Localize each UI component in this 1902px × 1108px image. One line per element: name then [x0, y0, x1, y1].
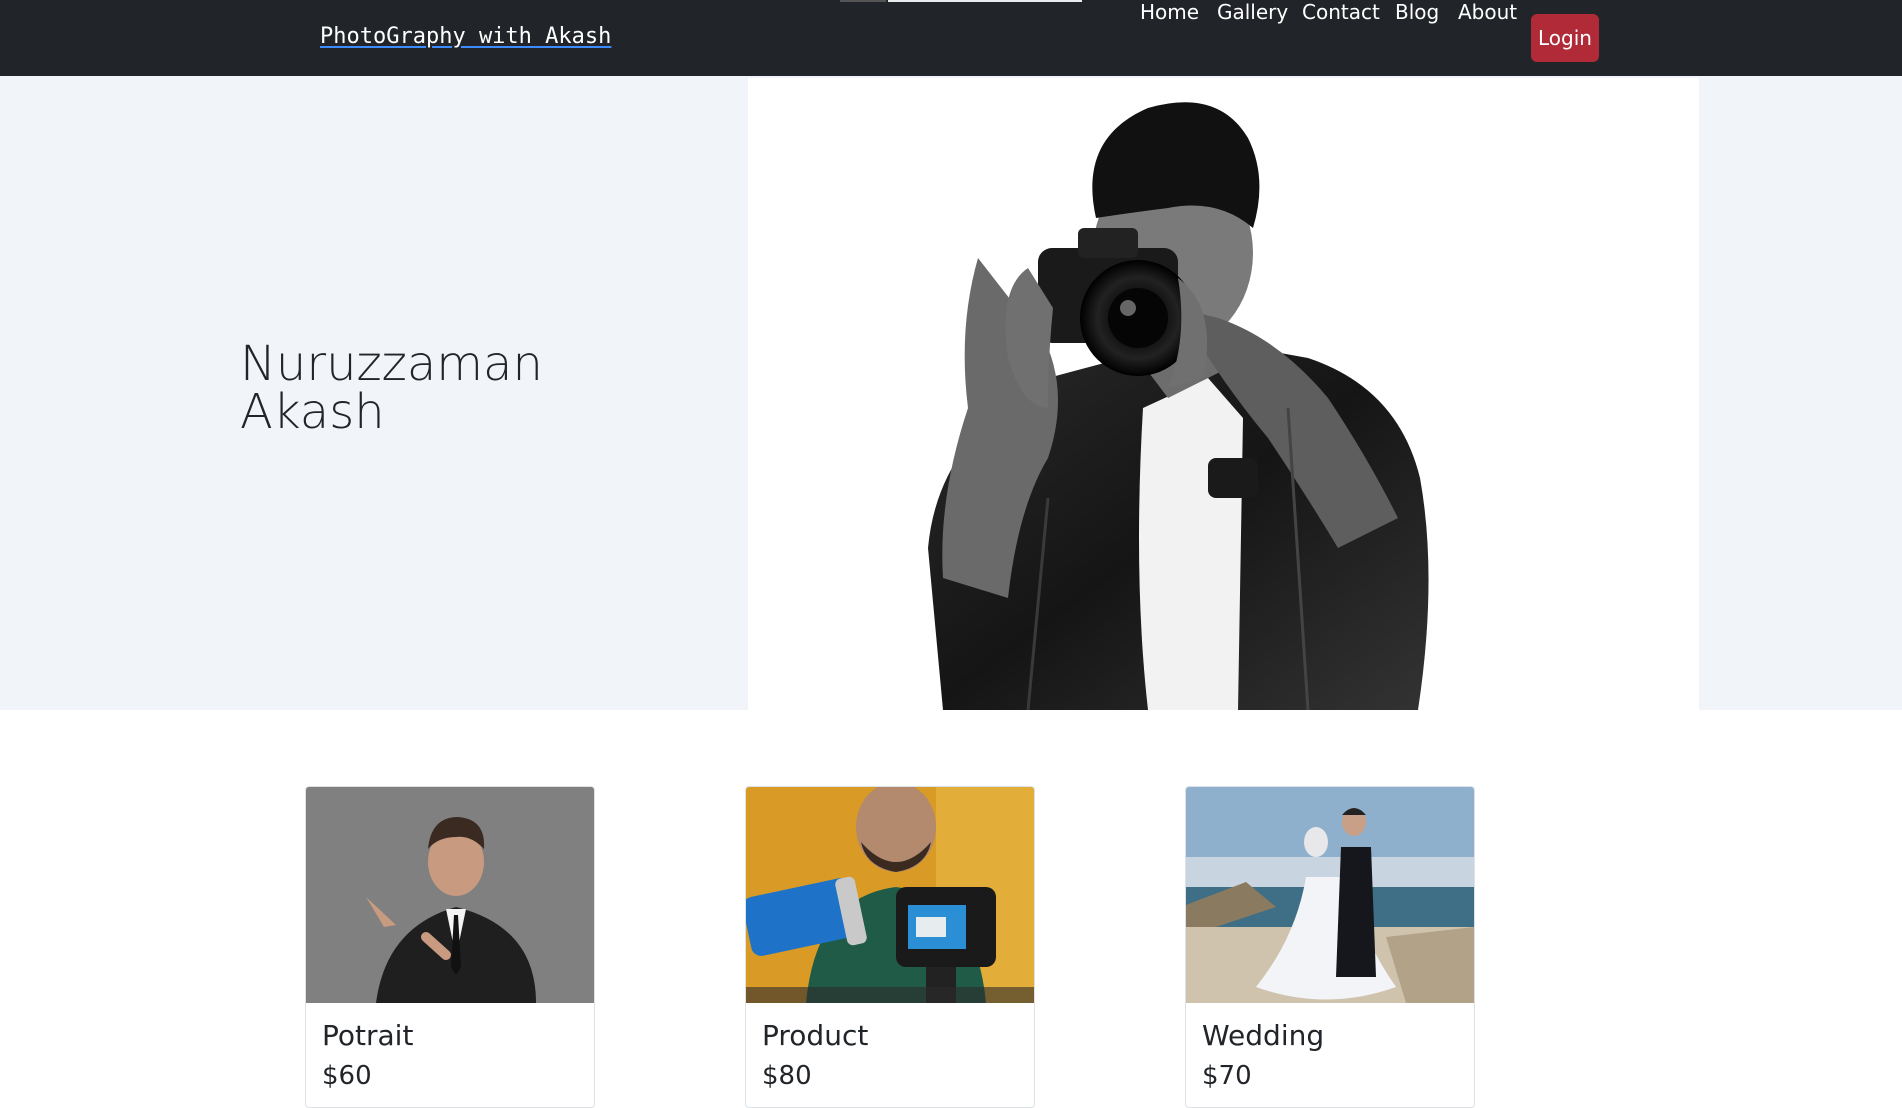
service-card-wedding[interactable]: Wedding $70	[1185, 786, 1475, 1108]
nav-link-about[interactable]: About	[1458, 0, 1517, 24]
wedding-photo	[1186, 787, 1474, 1003]
top-edge-tab-dark	[840, 0, 886, 2]
card-title: Product	[762, 1019, 869, 1052]
card-price: $80	[762, 1061, 812, 1091]
hero-name: Nuruzzaman Akash	[240, 340, 543, 436]
card-price: $70	[1202, 1061, 1252, 1091]
nav-link-blog[interactable]: Blog	[1395, 0, 1439, 24]
brand-link[interactable]: PhotoGraphy with Akash	[320, 24, 611, 49]
nav-link-contact[interactable]: Contact	[1302, 0, 1380, 24]
service-card-product[interactable]: Product $80	[745, 786, 1035, 1108]
card-price: $60	[322, 1061, 372, 1091]
card-title: Potrait	[322, 1019, 414, 1052]
hero-section: Nuruzzaman Akash	[0, 76, 1902, 710]
nav-link-home[interactable]: Home	[1140, 0, 1199, 24]
hero-name-line2: Akash	[240, 384, 385, 440]
portrait-photo	[306, 787, 594, 1003]
service-card-portrait[interactable]: Potrait $60	[305, 786, 595, 1108]
nav-link-gallery[interactable]: Gallery	[1217, 0, 1288, 24]
photographer-photo	[748, 78, 1699, 710]
product-photo	[746, 787, 1034, 1003]
top-navbar: PhotoGraphy with Akash Home Gallery Cont…	[0, 0, 1902, 76]
top-edge-tab-light	[888, 0, 1082, 2]
login-button[interactable]: Login	[1531, 14, 1599, 62]
card-title: Wedding	[1202, 1019, 1325, 1052]
photographer-illustration	[928, 102, 1429, 710]
